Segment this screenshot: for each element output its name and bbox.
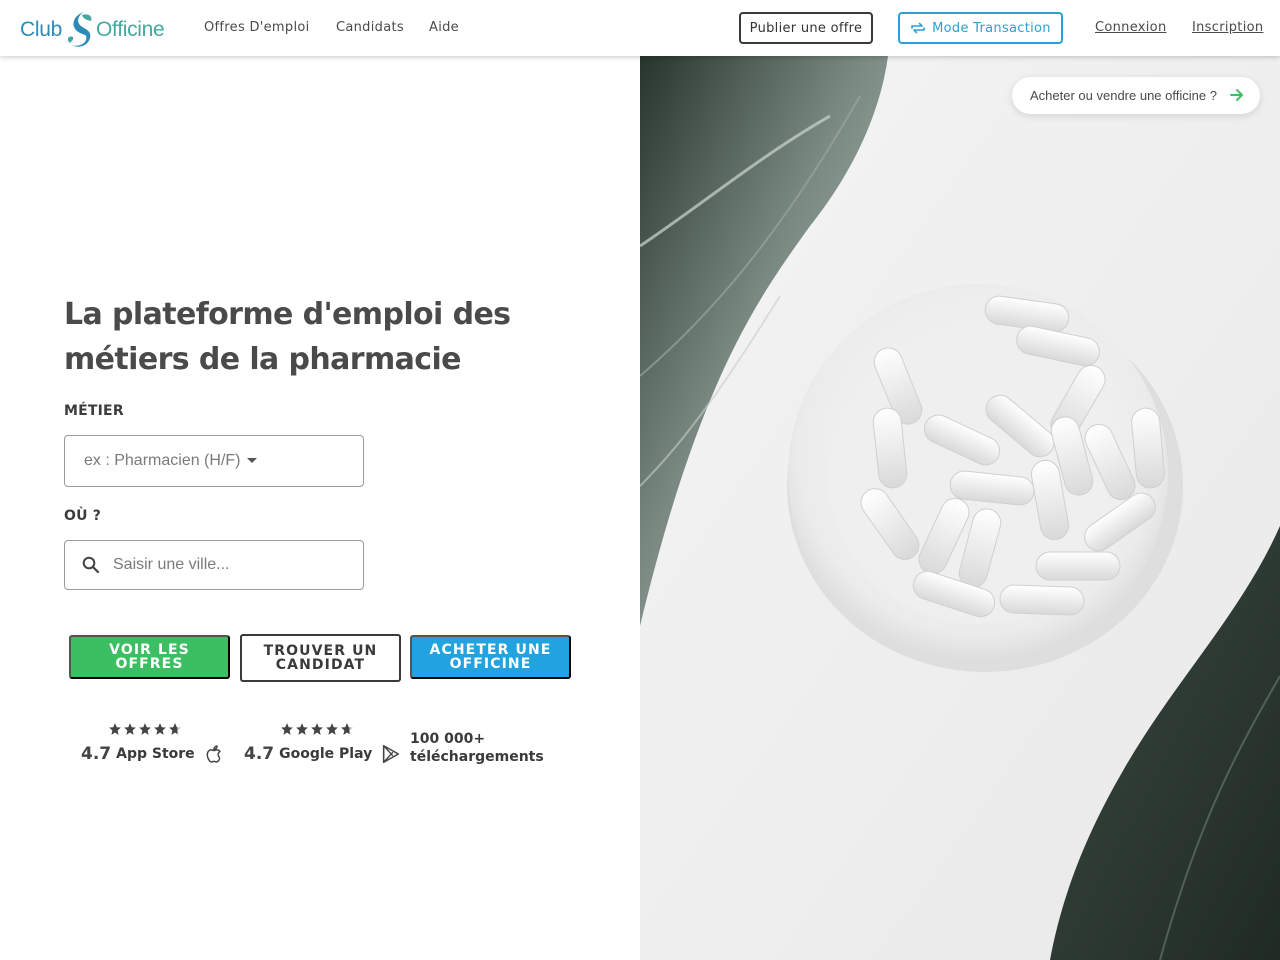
view-offers-button[interactable]: VOIR LES OFFRES	[69, 635, 230, 679]
star-icon	[154, 723, 166, 735]
star-icon	[311, 723, 323, 735]
find-candidate-label: TROUVER UN CANDIDAT	[263, 643, 378, 673]
nav-offres-emploi[interactable]: Offres D'emploi	[204, 20, 310, 35]
find-candidate-button[interactable]: TROUVER UN CANDIDAT	[240, 634, 401, 682]
job-field-label: MÉTIER	[64, 403, 124, 419]
caret-down-icon	[247, 457, 258, 463]
city-search-box	[64, 540, 364, 590]
downloads-count: 100 000+ téléchargements	[410, 730, 544, 766]
google-play-rating[interactable]: 4.7 Google Play	[244, 722, 402, 766]
google-play-icon	[383, 744, 400, 764]
hero-headline: La plateforme d'emploi des métiers de la…	[64, 297, 511, 377]
star-half-icon	[341, 723, 353, 735]
app-store-score: 4.7	[81, 744, 112, 764]
job-select-placeholder: ex : Pharmacien (H/F)	[84, 452, 241, 469]
google-play-score: 4.7	[244, 744, 275, 764]
buy-sell-officine-label: Acheter ou vendre une officine ?	[1030, 88, 1217, 103]
star-icon	[109, 723, 121, 735]
app-store-name: App Store	[116, 746, 195, 762]
city-search-input[interactable]	[113, 549, 353, 581]
star-icon	[281, 723, 293, 735]
buy-officine-button[interactable]: ACHETER UNE OFFICINE	[410, 635, 571, 679]
logo-text-officine: Officine	[96, 18, 165, 41]
transaction-mode-button[interactable]: Mode Transaction	[898, 12, 1063, 44]
publish-offer-label: Publier une offre	[749, 20, 863, 36]
star-icon	[296, 723, 308, 735]
hero-pills-image	[640, 56, 1280, 960]
star-icon	[326, 723, 338, 735]
downloads-label: téléchargements	[410, 749, 544, 765]
signup-link[interactable]: Inscription	[1192, 20, 1263, 35]
publish-offer-button[interactable]: Publier une offre	[739, 12, 873, 44]
top-navbar: Club Officine Offres D'emploi Candidats …	[0, 0, 1280, 56]
arrow-right-icon	[1230, 89, 1243, 101]
view-offers-label: VOIR LES OFFRES	[109, 642, 190, 672]
city-field-label: OÙ ?	[64, 508, 102, 524]
buy-officine-label: ACHETER UNE OFFICINE	[429, 642, 552, 672]
logo-text-club: Club	[20, 18, 62, 41]
app-store-rating[interactable]: 4.7 App Store	[81, 722, 225, 766]
app-store-stars	[108, 722, 225, 738]
apple-icon	[206, 745, 221, 763]
logo-leaf-icon	[67, 12, 92, 47]
search-icon	[82, 556, 100, 574]
swap-arrows-icon	[911, 22, 925, 34]
login-link[interactable]: Connexion	[1095, 20, 1166, 35]
google-play-stars	[280, 722, 402, 738]
buy-sell-officine-link[interactable]: Acheter ou vendre une officine ?	[1012, 77, 1260, 114]
downloads-number: 100 000+	[410, 731, 486, 747]
star-half-icon	[169, 723, 181, 735]
nav-aide[interactable]: Aide	[429, 20, 459, 35]
star-icon	[124, 723, 136, 735]
club-officine-logo[interactable]: Club Officine	[18, 9, 176, 49]
transaction-mode-label: Mode Transaction	[932, 20, 1051, 36]
job-select[interactable]: ex : Pharmacien (H/F)	[64, 435, 364, 487]
nav-candidats[interactable]: Candidats	[336, 20, 404, 35]
google-play-name: Google Play	[279, 746, 373, 762]
star-icon	[139, 723, 151, 735]
